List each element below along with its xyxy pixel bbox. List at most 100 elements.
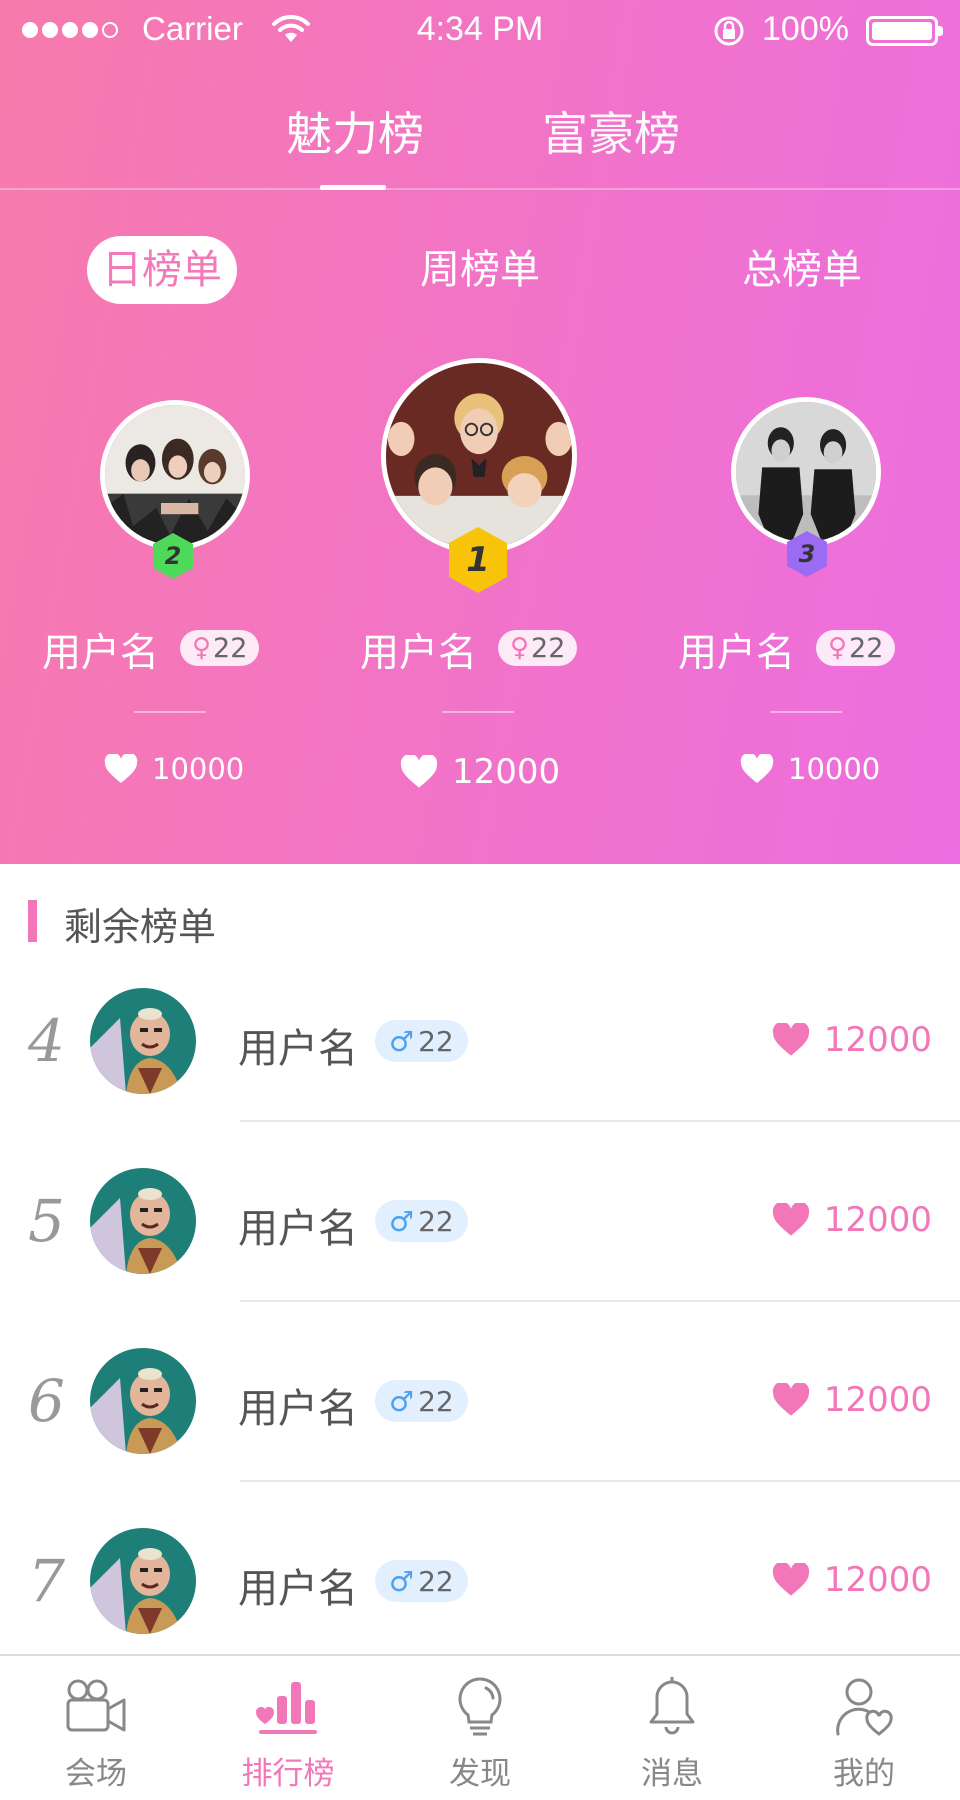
tab-total[interactable]: 总榜单 [742,236,862,304]
list-score-value: 12000 [823,1380,932,1420]
podium-3-score: 10000 [740,752,880,786]
divider [442,711,514,713]
row-divider [240,1300,960,1302]
age-badge: ♂ 22 [375,1560,468,1602]
list-age: 22 [418,1204,454,1238]
list-rank: 4 [28,1007,65,1075]
list-item[interactable]: 7 用户名 ♂ 22 12000 [0,1490,960,1670]
podium-2-score-value: 10000 [152,752,245,786]
podium-1-age: 22 [531,632,566,664]
list-item[interactable]: 4 用户名 ♂ 22 12000 [0,950,960,1130]
avatar-image [90,1348,196,1454]
user-heart-icon [836,1678,893,1736]
tab-daily[interactable]: 日榜单 [87,236,237,304]
list-username: 用户名 [238,1566,358,1612]
podium-3-age: 22 [849,632,884,664]
tabs-divider [0,188,960,190]
female-icon: ♀ [510,633,530,663]
tab-rich[interactable]: 富豪榜 [542,98,680,164]
tab-ranking-label: 排行榜 [241,1756,335,1792]
podium-avatar-1[interactable] [381,358,577,554]
heart-icon [400,755,438,788]
avatar[interactable] [90,1528,196,1634]
tab-mine[interactable]: 我的 [768,1656,960,1800]
avatar-image [90,1168,196,1274]
age-badge: ♂ 22 [375,1020,468,1062]
section-title: 剩余榜单 [64,905,217,949]
tab-messages-label: 消息 [641,1756,703,1792]
list-score-value: 12000 [823,1200,932,1240]
heart-icon [772,1383,809,1416]
tab-ranking[interactable]: 排行榜 [192,1656,384,1800]
tab-venue-label: 会场 [65,1756,127,1792]
battery-percent: 100% [762,10,849,48]
lightbulb-icon [458,1677,502,1736]
podium-2-age: 22 [213,632,248,664]
row-divider [240,1480,960,1482]
avatar[interactable] [90,1348,196,1454]
video-camera-icon [66,1679,126,1732]
list-age: 22 [418,1564,454,1598]
ranking-bars-icon [256,1682,317,1734]
female-icon: ♀ [828,633,848,663]
list-score-value: 12000 [823,1020,932,1060]
status-bar: Carrier 4:34 PM 100% [0,0,960,60]
rank-1-number: 1 [466,540,490,580]
list-item[interactable]: 5 用户名 ♂ 22 12000 [0,1130,960,1310]
male-icon: ♂ [389,1384,415,1418]
female-icon: ♀ [192,633,212,663]
rank-3-badge: 3 [786,530,828,578]
list-rank: 7 [28,1547,65,1615]
tab-charm[interactable]: 魅力榜 [286,98,424,164]
tab-weekly[interactable]: 周榜单 [420,236,540,304]
tab-messages[interactable]: 消息 [576,1656,768,1800]
male-icon: ♂ [389,1204,415,1238]
podium-3-name: 用户名 [678,631,796,676]
list-username: 用户名 [238,1206,358,1252]
male-icon: ♂ [389,1564,415,1598]
battery-icon [866,16,943,46]
list-age: 22 [418,1384,454,1418]
bell-icon [649,1677,695,1735]
tab-discover[interactable]: 发现 [384,1656,576,1800]
divider [134,711,206,713]
heart-icon [772,1023,809,1056]
list-item[interactable]: 6 用户名 ♂ 22 12000 [0,1310,960,1490]
list-username: 用户名 [238,1386,358,1432]
avatar[interactable] [90,1168,196,1274]
list-rank: 5 [28,1187,65,1255]
list-score: 12000 [772,1560,932,1600]
row-divider [240,1120,960,1122]
podium-2-name: 用户名 [42,631,160,676]
podium-avatar-2[interactable] [100,400,250,550]
avatar-image [90,1528,196,1634]
podium-1-age-badge: ♀ 22 [498,630,578,666]
avatar-image [90,988,196,1094]
list-username: 用户名 [238,1026,358,1072]
heart-icon [772,1203,809,1236]
avatar[interactable] [90,988,196,1094]
podium-3-age-badge: ♀ 22 [816,630,896,666]
group-photo-image [386,363,572,549]
list-age: 22 [418,1024,454,1058]
list-score: 12000 [772,1380,932,1420]
bottom-tab-bar: 会场 排行榜 发现 消息 我的 [0,1654,960,1800]
age-badge: ♂ 22 [375,1380,468,1422]
heart-icon [740,754,774,783]
heart-icon [772,1563,809,1596]
podium-2-age-badge: ♀ 22 [180,630,260,666]
male-icon: ♂ [389,1024,415,1058]
tab-mine-label: 我的 [833,1756,895,1792]
rotation-lock-icon [714,16,744,46]
podium-3-score-value: 10000 [788,752,881,786]
podium-1-name: 用户名 [360,631,478,676]
main-tabs: 魅力榜 富豪榜 [0,80,960,190]
rank-2-badge: 2 [152,532,194,580]
list-score-value: 12000 [823,1560,932,1600]
podium-2-score: 10000 [104,752,244,786]
podium-avatar-3[interactable] [731,397,881,547]
tab-venue[interactable]: 会场 [0,1656,192,1800]
duo-photo-image [736,402,876,542]
ranking-header: Carrier 4:34 PM 100% 魅力榜 富豪榜 日榜单 周榜单 总榜单 [0,0,960,864]
list-rank: 6 [28,1367,65,1435]
